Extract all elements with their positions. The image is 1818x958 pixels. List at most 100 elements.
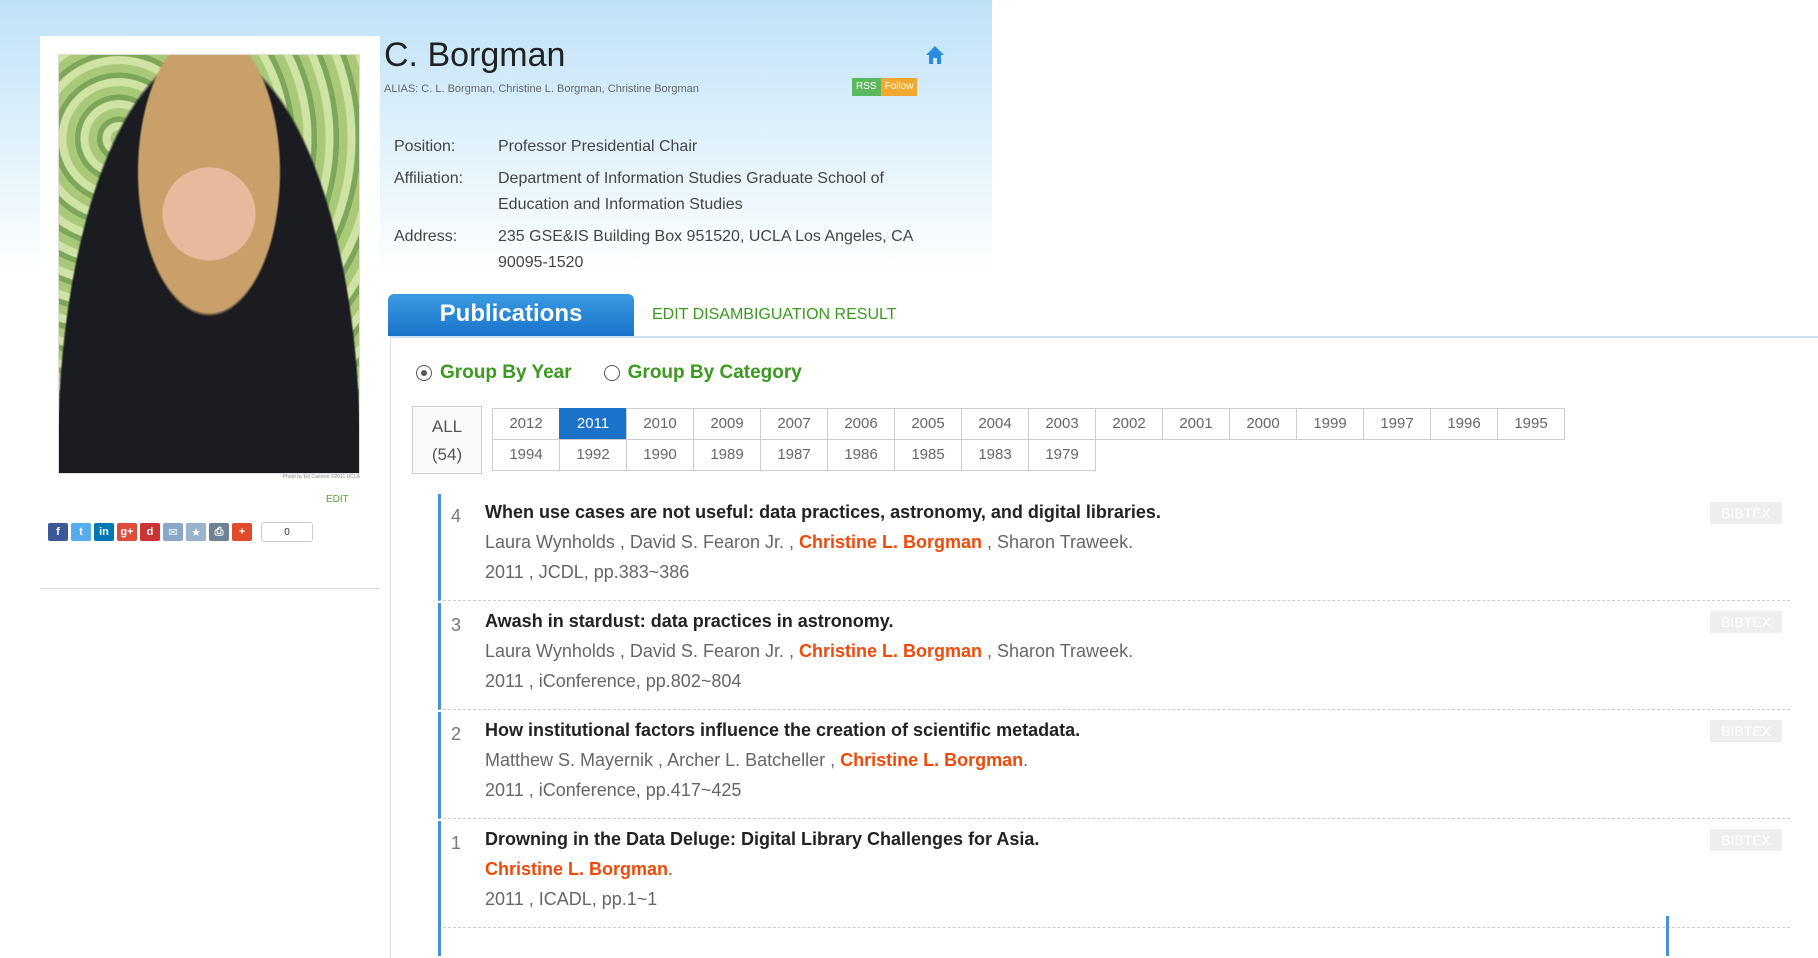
author-list-rest[interactable]: , Sharon Traweek. xyxy=(982,641,1133,661)
left-divider xyxy=(40,588,380,589)
publication-title[interactable]: How institutional factors influence the … xyxy=(485,720,1080,741)
publication-item: 4 When use cases are not useful: data pra… xyxy=(438,494,1790,601)
profile-info-table: Position: Professor Presidential Chair A… xyxy=(394,134,958,282)
year-filter-1990[interactable]: 1990 xyxy=(626,439,694,471)
delicious-icon[interactable]: d xyxy=(140,523,160,541)
email-icon[interactable]: ✉ xyxy=(163,523,183,541)
bookmark-icon[interactable]: ★ xyxy=(186,523,206,541)
publication-title[interactable]: Awash in stardust: data practices in ast… xyxy=(485,611,893,632)
year-row: 2012 2011 2010 2009 2007 2006 2005 2004 2003 2002… xyxy=(492,408,1565,440)
publication-authors: Christine L. Borgman. xyxy=(485,859,673,880)
author-list-rest[interactable]: . xyxy=(668,859,673,879)
publication-title[interactable]: Drowning in the Data Deluge: Digital Lib… xyxy=(485,829,1039,850)
affiliation-row: Affiliation: Department of Information S… xyxy=(394,166,958,218)
publication-item: 2 How institutional factors influence the… xyxy=(438,712,1790,819)
year-filter-2011[interactable]: 2011 xyxy=(559,408,627,440)
publication-item: 3 Awash in stardust: data practices in as… xyxy=(438,603,1790,710)
highlighted-author[interactable]: Christine L. Borgman xyxy=(840,750,1023,770)
year-filter-2000[interactable]: 2000 xyxy=(1229,408,1297,440)
publication-authors: Laura Wynholds , David S. Fearon Jr. , C… xyxy=(485,532,1133,553)
facebook-icon[interactable]: f xyxy=(48,523,68,541)
year-filter-2004[interactable]: 2004 xyxy=(961,408,1029,440)
year-filter-2006[interactable]: 2006 xyxy=(827,408,895,440)
year-filter-2007[interactable]: 2007 xyxy=(760,408,828,440)
share-toolbar: f t in g+ d ✉ ★ ⎙ +0 xyxy=(48,522,313,542)
more-share-icon[interactable]: + xyxy=(232,523,252,541)
year-filter-2005[interactable]: 2005 xyxy=(894,408,962,440)
year-filter-1979[interactable]: 1979 xyxy=(1028,439,1096,471)
year-filter-2002[interactable]: 2002 xyxy=(1095,408,1163,440)
rss-button[interactable]: RSS xyxy=(852,78,881,96)
year-filter-1983[interactable]: 1983 xyxy=(961,439,1029,471)
profile-photo-card: Photo by Ed Carreon ©2011 UCLA EDIT f t in… xyxy=(40,36,380,592)
position-row: Position: Professor Presidential Chair xyxy=(394,134,958,160)
year-filter-2003[interactable]: 2003 xyxy=(1028,408,1096,440)
bibtex-button[interactable]: BIBTEX xyxy=(1710,611,1782,633)
radio-selected-icon xyxy=(416,365,432,381)
profile-alias: ALIAS: C. L. Borgman, Christine L. Borgm… xyxy=(384,83,699,95)
publication-venue: 2011 , JCDL, pp.383~386 xyxy=(485,562,690,582)
year-filter-2001[interactable]: 2001 xyxy=(1162,408,1230,440)
year-filter-all[interactable]: ALL (54) xyxy=(412,406,482,474)
group-by-category-radio[interactable]: Group By Category xyxy=(603,362,802,384)
google-plus-icon[interactable]: g+ xyxy=(117,523,137,541)
author-list-rest[interactable]: . xyxy=(1023,750,1028,770)
year-filter-2012[interactable]: 2012 xyxy=(492,408,560,440)
author-list-rest[interactable]: , Sharon Traweek. xyxy=(982,532,1133,552)
year-row: 1994 1992 1990 1989 1987 1986 1985 1983 1979 xyxy=(492,439,1564,471)
highlighted-author[interactable]: Christine L. Borgman xyxy=(799,641,982,661)
edit-photo-link[interactable]: EDIT xyxy=(326,494,349,505)
author-list[interactable]: Laura Wynholds , David S. Fearon Jr. , xyxy=(485,532,799,552)
year-filter-1985[interactable]: 1985 xyxy=(894,439,962,471)
year-filter-1995[interactable]: 1995 xyxy=(1497,408,1565,440)
year-filter-1989[interactable]: 1989 xyxy=(693,439,761,471)
year-filter-1999[interactable]: 1999 xyxy=(1296,408,1364,440)
year-filter-2009[interactable]: 2009 xyxy=(693,408,761,440)
publication-title[interactable]: When use cases are not useful: data prac… xyxy=(485,502,1161,523)
year-filter-1986[interactable]: 1986 xyxy=(827,439,895,471)
publication-authors: Laura Wynholds , David S. Fearon Jr. , C… xyxy=(485,641,1133,662)
tab-publications[interactable]: Publications xyxy=(388,294,634,336)
year-filter-1992[interactable]: 1992 xyxy=(559,439,627,471)
position-value: Professor Presidential Chair xyxy=(498,138,698,155)
author-list[interactable]: Laura Wynholds , David S. Fearon Jr. , xyxy=(485,641,799,661)
publication-venue: 2011 , iConference, pp.417~425 xyxy=(485,780,742,800)
share-count: 0 xyxy=(261,522,313,542)
twitter-icon[interactable]: t xyxy=(71,523,91,541)
follow-button[interactable]: Follow xyxy=(880,78,918,96)
list-border-fragment xyxy=(438,916,441,956)
all-count: (54) xyxy=(431,445,463,464)
publication-authors: Matthew S. Mayernik , Archer L. Batchell… xyxy=(485,750,1028,771)
profile-name: C. Borgman xyxy=(384,36,566,74)
highlighted-author[interactable]: Christine L. Borgman xyxy=(799,532,982,552)
publication-venue: 2011 , iConference, pp.802~804 xyxy=(485,671,742,691)
year-filter-1996[interactable]: 1996 xyxy=(1430,408,1498,440)
radio-unselected-icon xyxy=(603,365,620,381)
bibtex-button[interactable]: BIBTEX xyxy=(1710,720,1782,742)
year-filter-1997[interactable]: 1997 xyxy=(1363,408,1431,440)
group-by-options: Group By Year Group By Category xyxy=(416,362,802,384)
address-label: Address: xyxy=(394,228,458,245)
edit-disambiguation-link[interactable]: EDIT DISAMBIGUATION RESULT xyxy=(652,306,896,324)
year-filter-1994[interactable]: 1994 xyxy=(492,439,560,471)
publication-number: 2 xyxy=(451,724,462,744)
position-label: Position: xyxy=(394,138,456,155)
year-filter-1987[interactable]: 1987 xyxy=(760,439,828,471)
home-icon[interactable] xyxy=(924,44,946,66)
publication-list: 4 When use cases are not useful: data pra… xyxy=(438,494,1790,930)
highlighted-author[interactable]: Christine L. Borgman xyxy=(485,859,668,879)
group-by-year-label: Group By Year xyxy=(440,362,572,383)
bibtex-button[interactable]: BIBTEX xyxy=(1710,829,1782,851)
address-row: Address: 235 GSE&IS Building Box 951520,… xyxy=(394,224,958,276)
group-by-year-radio[interactable]: Group By Year xyxy=(416,362,572,384)
publication-venue: 2011 , ICADL, pp.1~1 xyxy=(485,889,658,909)
author-list[interactable]: Matthew S. Mayernik , Archer L. Batchell… xyxy=(485,750,840,770)
publication-item: 1 Drowning in the Data Deluge: Digital Li… xyxy=(438,821,1790,928)
print-icon[interactable]: ⎙ xyxy=(209,523,229,541)
list-border-fragment xyxy=(1666,916,1669,956)
affiliation-label: Affiliation: xyxy=(394,170,464,187)
year-filter-2010[interactable]: 2010 xyxy=(626,408,694,440)
bibtex-button[interactable]: BIBTEX xyxy=(1710,502,1782,524)
linkedin-icon[interactable]: in xyxy=(94,523,114,541)
group-by-category-label: Group By Category xyxy=(627,362,802,383)
